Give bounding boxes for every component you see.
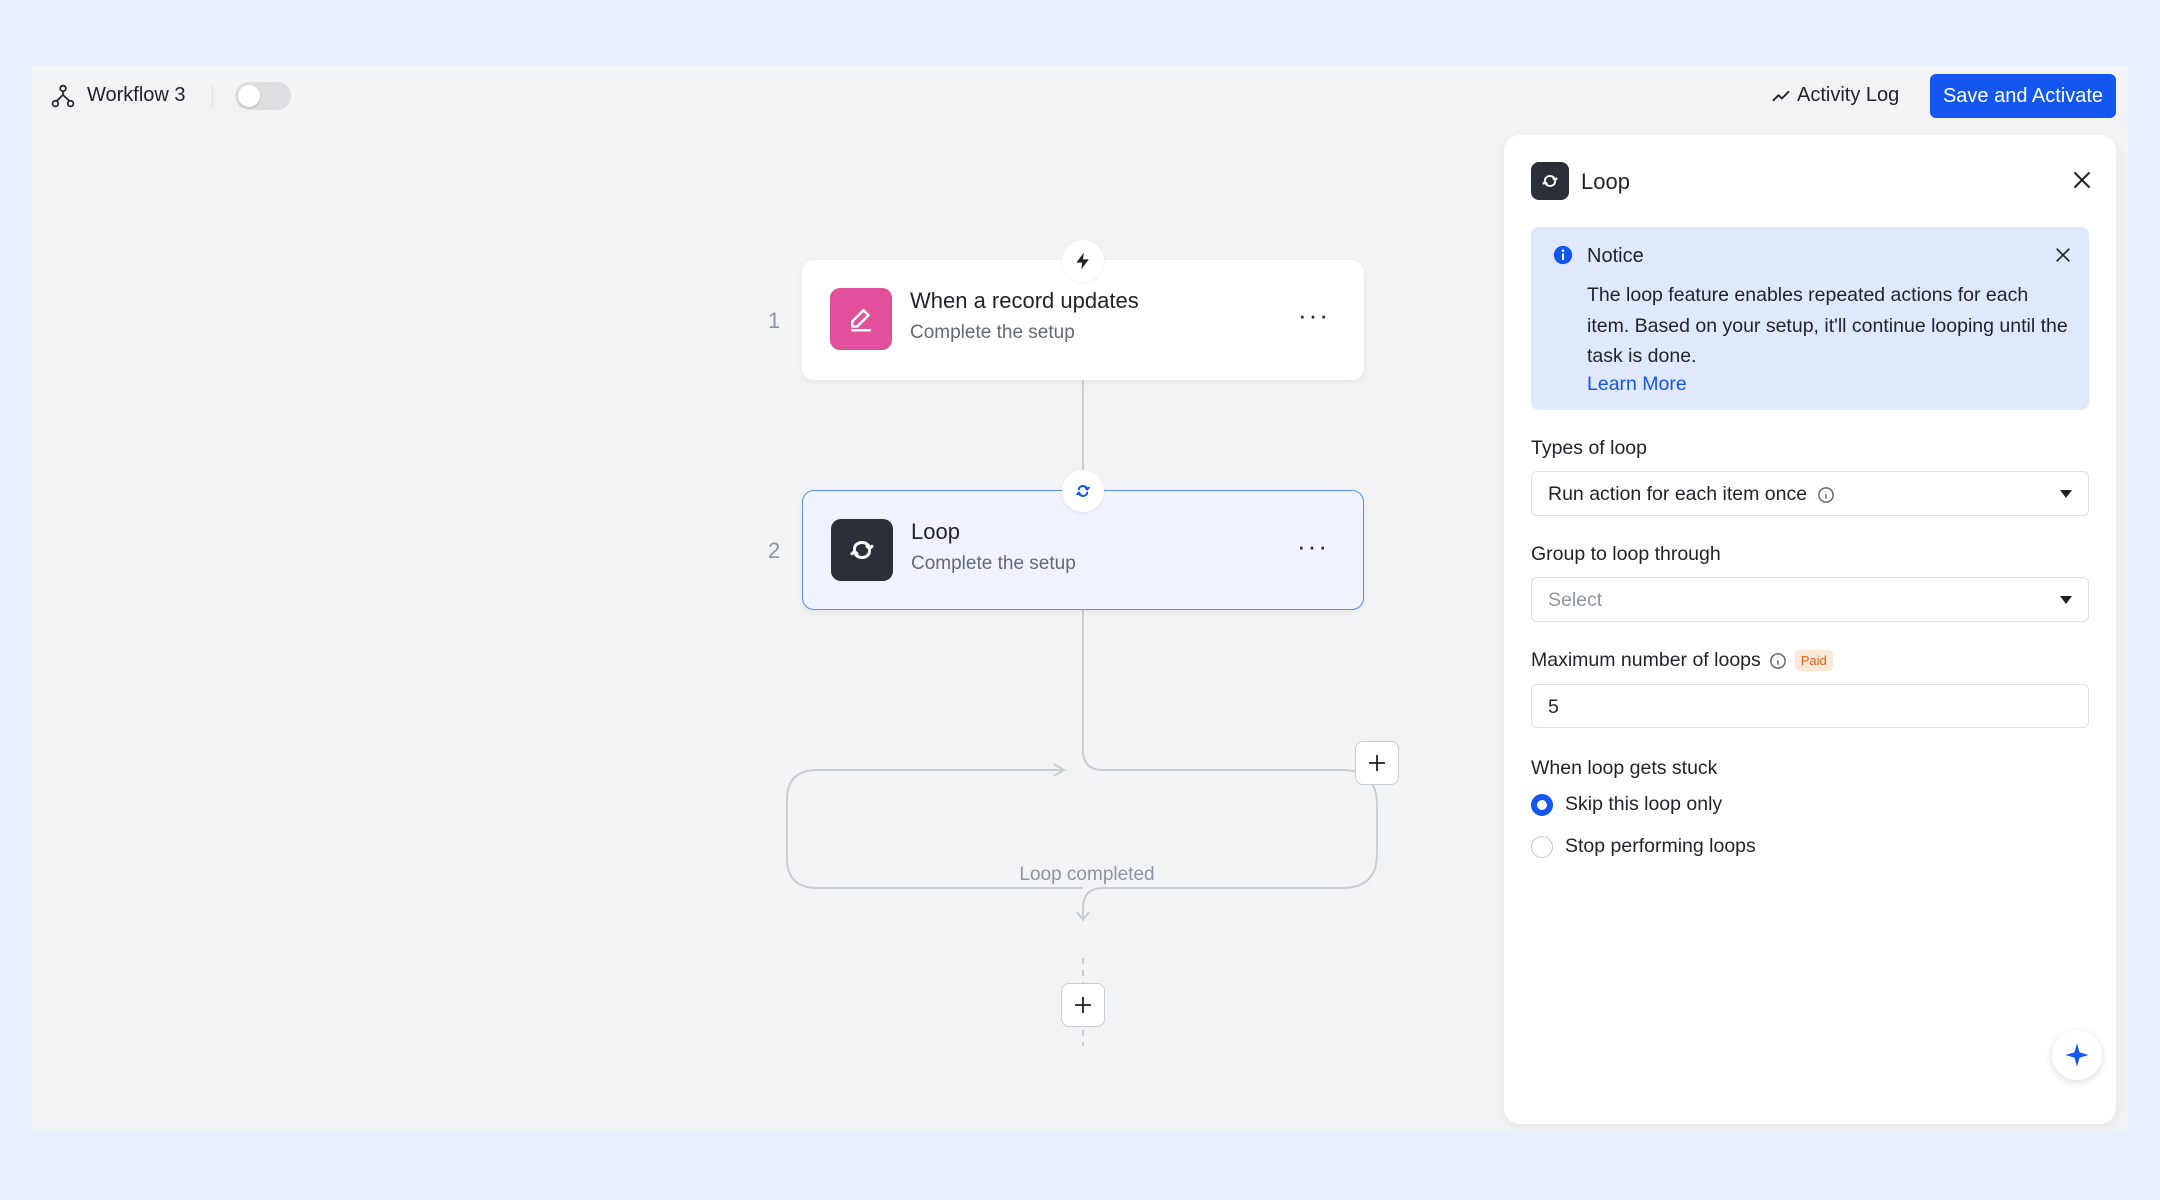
activate-toggle[interactable] <box>235 82 291 110</box>
radio-stop-loops[interactable]: Stop performing loops <box>1531 835 1756 858</box>
loop-type-select[interactable]: Run action for each item once <box>1531 471 2089 516</box>
field-label-text: When loop gets stuck <box>1531 757 1718 779</box>
workflow-title[interactable]: Workflow 3 <box>87 84 186 107</box>
activity-log-label: Activity Log <box>1797 84 1900 106</box>
sparkle-icon <box>2065 1043 2089 1067</box>
trend-icon <box>1772 90 1790 101</box>
step-number: 1 <box>768 308 781 333</box>
notice-title: Notice <box>1587 245 1644 267</box>
top-bar: Workflow 3 Activity Log Save and Activat… <box>32 66 2128 128</box>
loop-badge <box>1062 470 1104 512</box>
max-loops-input[interactable]: 5 <box>1531 684 2089 728</box>
workflow-icon <box>51 84 75 108</box>
types-of-loop-label: Types of loop <box>1531 437 1647 460</box>
save-and-activate-button[interactable]: Save and Activate <box>1930 74 2116 118</box>
loop-icon <box>1542 175 1558 187</box>
select-value: Run action for each item once <box>1548 483 1835 506</box>
select-value: Select <box>1548 589 1602 612</box>
radio-label: Stop performing loops <box>1565 835 1756 857</box>
paid-badge: Paid <box>1794 650 1833 671</box>
plus-icon <box>1369 755 1385 771</box>
select-placeholder: Select <box>1548 589 1603 611</box>
group-select[interactable]: Select <box>1531 577 2089 622</box>
add-loop-action-button[interactable] <box>1355 741 1399 785</box>
step-title: When a record updates <box>910 288 1139 313</box>
step-number: 2 <box>768 538 781 563</box>
info-icon <box>1553 245 1573 265</box>
info-outline-icon[interactable] <box>1817 486 1835 504</box>
chevron-down-icon <box>2060 596 2072 604</box>
radio-skip-loop[interactable]: Skip this loop only <box>1531 793 1722 816</box>
more-options-icon[interactable]: ··· <box>1298 300 1330 331</box>
toggle-knob <box>238 85 260 107</box>
notice-text: The loop feature enables repeated action… <box>1587 284 2068 367</box>
plus-icon <box>1075 997 1091 1013</box>
edit-icon <box>851 309 871 332</box>
max-loops-label: Maximum number of loops Paid <box>1531 649 1833 672</box>
radio-label: Skip this loop only <box>1565 793 1723 815</box>
field-label-text: Types of loop <box>1531 437 1647 459</box>
loop-icon <box>850 541 874 559</box>
notice-banner: Notice The loop feature enables repeated… <box>1531 227 2089 410</box>
loop-icon <box>1076 485 1090 497</box>
trigger-step-card[interactable]: When a record updates Complete the setup… <box>802 240 1364 380</box>
close-icon[interactable] <box>2070 168 2094 192</box>
panel-title: Loop <box>1581 169 1630 194</box>
select-value-text: Run action for each item once <box>1548 483 1808 505</box>
loop-icon-box <box>1531 162 1569 200</box>
field-label-text: Maximum number of loops <box>1531 649 1761 671</box>
close-icon[interactable] <box>2053 245 2073 265</box>
divider <box>212 85 213 109</box>
activity-log-link[interactable]: Activity Log <box>1771 84 1899 107</box>
info-outline-icon[interactable] <box>1769 652 1787 670</box>
group-to-loop-label: Group to loop through <box>1531 543 1721 566</box>
loop-stuck-label: When loop gets stuck <box>1531 757 1717 780</box>
edit-record-icon-box <box>830 288 892 350</box>
workflow-app: Workflow 3 Activity Log Save and Activat… <box>32 66 2128 1132</box>
add-step-button[interactable] <box>1061 983 1105 1027</box>
loop-completed-label: Loop completed <box>1019 864 1155 885</box>
lightning-icon <box>1076 252 1089 270</box>
loop-config-panel: Loop Notice The loop feature enables rep… <box>1504 135 2116 1124</box>
step-subtitle: Complete the setup <box>910 322 1075 343</box>
ai-assistant-button[interactable] <box>2052 1030 2102 1080</box>
field-label-text: Group to loop through <box>1531 543 1721 565</box>
step-subtitle: Complete the setup <box>911 553 1076 574</box>
radio-button[interactable] <box>1531 793 1553 816</box>
step-title: Loop <box>911 519 960 544</box>
learn-more-link[interactable]: Learn More <box>1587 373 1687 396</box>
loop-icon-box <box>831 519 893 581</box>
chevron-down-icon <box>2060 490 2072 498</box>
more-options-icon[interactable]: ··· <box>1297 531 1329 562</box>
trigger-badge <box>1062 240 1104 282</box>
radio-button[interactable] <box>1531 835 1553 858</box>
input-value: 5 <box>1548 696 1559 718</box>
loop-step-card[interactable]: Loop Complete the setup ··· <box>802 470 1364 610</box>
